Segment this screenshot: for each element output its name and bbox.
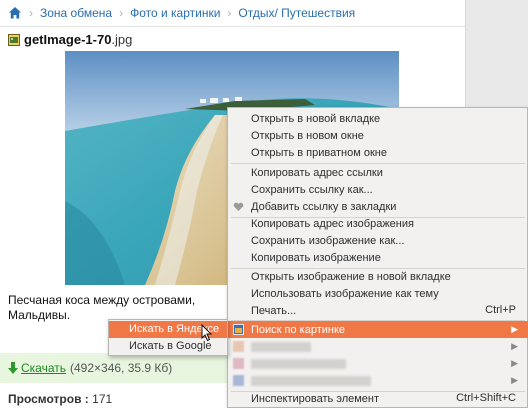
views-count: 171: [92, 392, 113, 406]
menu-item-open-new-window[interactable]: Открыть в новом окне: [228, 127, 528, 144]
menu-item-bookmark-link[interactable]: Добавить ссылку в закладки: [228, 198, 528, 215]
breadcrumb-link-travel[interactable]: Отдых/ Путешествия: [238, 6, 355, 20]
download-meta: (492×346, 35.9 Кб): [70, 361, 173, 375]
file-name: getImage-1-70: [24, 32, 112, 47]
blurred-icon: [233, 341, 244, 352]
views-counter: Просмотров : 171: [8, 392, 112, 406]
breadcrumb-link-photos[interactable]: Фото и картинки: [130, 6, 220, 20]
download-arrow-icon: [8, 362, 18, 374]
menu-item-label: Добавить ссылку в закладки: [251, 200, 397, 213]
menu-item-blurred-2[interactable]: ▶: [228, 355, 528, 372]
file-extension: .jpg: [111, 32, 133, 47]
menu-item-save-link[interactable]: Сохранить ссылку как...: [228, 181, 528, 198]
submenu-arrow-icon: ▶: [511, 324, 518, 334]
menu-item-save-image[interactable]: Сохранить изображение как...: [228, 232, 528, 249]
chevron-right-icon: ›: [29, 6, 33, 20]
shortcut-print: Ctrl+P: [485, 304, 516, 316]
menu-item-label: Инспектировать элемент: [251, 392, 380, 405]
image-file-icon: [8, 33, 20, 46]
breadcrumb-link-exchange[interactable]: Зона обмена: [40, 6, 112, 20]
menu-item-label: Копировать изображение: [251, 251, 381, 264]
menu-item-copy-image-address[interactable]: Копировать адрес изображения: [228, 215, 528, 232]
menu-item-copy-image[interactable]: Копировать изображение: [228, 249, 528, 266]
image-search-icon: [233, 324, 244, 335]
menu-item-label: Открыть в новом окне: [251, 129, 364, 142]
menu-item-label: Копировать адрес изображения: [251, 217, 414, 230]
download-link[interactable]: Скачать: [21, 361, 66, 375]
menu-item-image-search[interactable]: Поиск по картинке ▶: [228, 321, 528, 338]
menu-item-inspect[interactable]: Инспектировать элемент Ctrl+Shift+C: [228, 390, 528, 407]
shortcut-inspect: Ctrl+Shift+C: [456, 392, 516, 404]
menu-item-blurred-3[interactable]: ▶: [228, 372, 528, 389]
menu-item-copy-link[interactable]: Копировать адрес ссылки: [228, 164, 528, 181]
menu-item-set-as-theme[interactable]: Использовать изображение как тему: [228, 285, 528, 302]
menu-item-label: Сохранить ссылку как...: [251, 183, 373, 196]
views-label: Просмотров :: [8, 392, 89, 406]
menu-item-label: Копировать адрес ссылки: [251, 166, 383, 179]
menu-item-label: Открыть изображение в новой вкладке: [251, 270, 451, 283]
submenu-arrow-icon: ▶: [511, 358, 518, 368]
menu-item-open-image-new-tab[interactable]: Открыть изображение в новой вкладке: [228, 268, 528, 285]
blurred-label: [251, 342, 311, 352]
blurred-icon: [233, 375, 244, 386]
context-menu: Открыть в новой вкладке Открыть в новом …: [227, 107, 528, 408]
heart-icon: [233, 202, 244, 211]
blurred-label: [251, 359, 346, 369]
menu-item-label: Поиск по картинке: [251, 323, 346, 336]
chevron-right-icon: ›: [119, 6, 124, 20]
mouse-cursor-icon: [201, 324, 213, 342]
menu-item-label: Открыть в новой вкладке: [251, 112, 381, 125]
menu-item-open-private-window[interactable]: Открыть в приватном окне: [228, 144, 528, 161]
menu-item-open-new-tab[interactable]: Открыть в новой вкладке: [228, 110, 528, 127]
home-icon[interactable]: [8, 6, 22, 20]
menu-item-blurred-1[interactable]: ▶: [228, 338, 528, 355]
file-title: getImage-1-70 .jpg: [8, 32, 132, 47]
chevron-right-icon: ›: [227, 6, 232, 20]
menu-item-print[interactable]: Печать... Ctrl+P: [228, 302, 528, 319]
blurred-label: [251, 376, 371, 386]
menu-item-label: Печать...: [251, 304, 297, 317]
breadcrumb: › Зона обмена › Фото и картинки › Отдых/…: [0, 0, 465, 27]
menu-item-label: Использовать изображение как тему: [251, 287, 439, 300]
submenu-arrow-icon: ▶: [511, 375, 518, 385]
menu-item-label: Сохранить изображение как...: [251, 234, 405, 247]
submenu-arrow-icon: ▶: [511, 341, 518, 351]
menu-item-label: Открыть в приватном окне: [251, 146, 387, 159]
blurred-icon: [233, 358, 244, 369]
